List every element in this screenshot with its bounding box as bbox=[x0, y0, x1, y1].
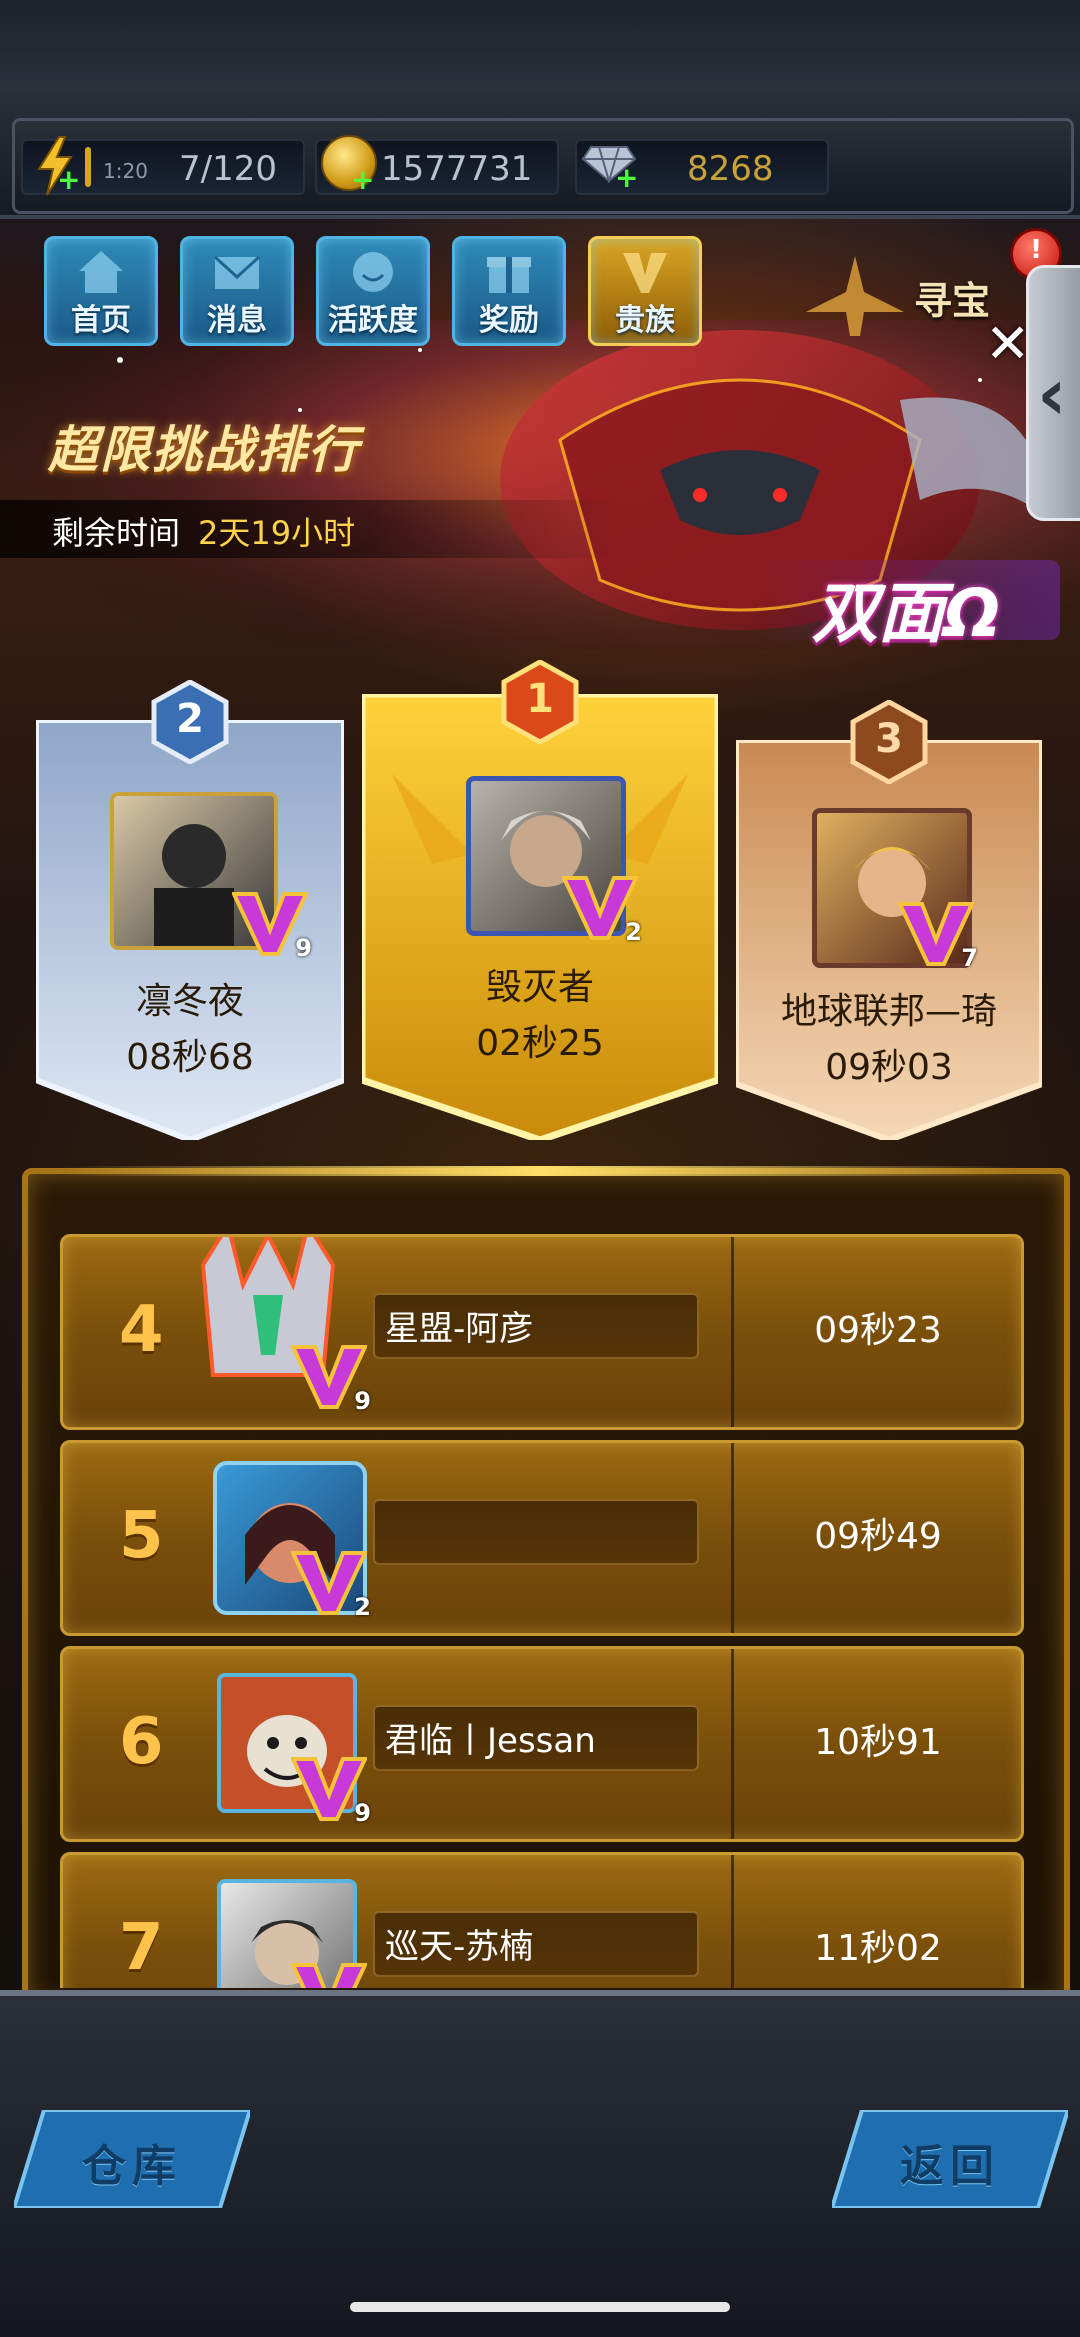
plus-icon: + bbox=[351, 163, 375, 196]
nav-reward-label: 奖励 bbox=[479, 303, 539, 338]
nav-home-button[interactable]: 首页 bbox=[44, 236, 158, 346]
v-badge-icon bbox=[623, 253, 667, 293]
player-time: 09秒03 bbox=[825, 1047, 953, 1088]
vip-badge: 7 bbox=[896, 898, 978, 972]
back-label: 返回 bbox=[900, 2141, 1000, 2192]
vip-badge: 9 bbox=[289, 1753, 371, 1827]
rank-1-badge: 1 bbox=[498, 659, 582, 745]
side-panel-tab[interactable]: ‹ bbox=[1026, 265, 1080, 521]
podium-card-rank-2[interactable]: 2 9 凛冬夜 08秒68 bbox=[36, 679, 344, 1140]
rank-number: 4 bbox=[119, 1293, 164, 1367]
game-screen: + 1:20 7/120 + 1577731 + 8268 超限挑战排行 剩余时… bbox=[0, 0, 1080, 2337]
vip-badge: 9 bbox=[230, 888, 312, 962]
player-time: 08秒68 bbox=[126, 1037, 254, 1078]
gem-value: 8268 bbox=[687, 149, 774, 189]
player-name: 君临丨Jessan bbox=[385, 1721, 596, 1761]
ranking-list[interactable]: 4 9 星盟-阿彦 09秒23 5 2 09秒49 6 9 君临丨Jessan … bbox=[22, 1168, 1058, 1988]
vip-badge bbox=[289, 1959, 369, 1988]
player-name: 地球联邦—琦 bbox=[780, 991, 997, 1032]
energy-resource[interactable]: + 1:20 7/120 bbox=[21, 136, 305, 196]
home-icon bbox=[79, 251, 123, 293]
nav-noble-button[interactable]: 贵族 bbox=[588, 236, 702, 346]
remaining-time-label: 剩余时间 bbox=[52, 514, 181, 552]
chevron-left-icon: ‹ bbox=[1037, 352, 1067, 436]
plus-icon: + bbox=[57, 163, 81, 196]
nav-message-button[interactable]: 消息 bbox=[180, 236, 294, 346]
warehouse-label: 仓库 bbox=[82, 2141, 182, 2192]
coin-resource[interactable]: + 1577731 bbox=[315, 135, 559, 196]
back-button[interactable]: 返回 bbox=[832, 2110, 1068, 2208]
vip-badge: 2 bbox=[289, 1547, 371, 1621]
podium-card-rank-3[interactable]: 3 7 地球联邦—琦 09秒03 bbox=[736, 699, 1042, 1140]
gem-resource[interactable]: + 8268 bbox=[575, 139, 829, 195]
player-time: 09秒23 bbox=[814, 1310, 942, 1351]
player-time: 10秒91 bbox=[814, 1722, 942, 1763]
divider bbox=[731, 1443, 734, 1633]
energy-gauge bbox=[85, 147, 91, 187]
rank-number: 7 bbox=[119, 1911, 164, 1985]
rank-2-badge: 2 bbox=[148, 679, 232, 765]
nav-message-label: 消息 bbox=[207, 303, 267, 338]
list-item[interactable]: 6 9 君临丨Jessan 10秒91 bbox=[60, 1646, 1024, 1842]
resource-bar: + 1:20 7/120 + 1577731 + 8268 bbox=[12, 118, 1074, 214]
nav-reward-button[interactable]: 奖励 bbox=[452, 236, 566, 346]
divider bbox=[731, 1237, 734, 1427]
player-name: 凛冬夜 bbox=[135, 981, 244, 1022]
fighter-jet-icon bbox=[806, 256, 904, 336]
list-item[interactable]: 5 2 09秒49 bbox=[60, 1440, 1024, 1636]
divider bbox=[731, 1649, 734, 1839]
envelope-icon bbox=[213, 255, 261, 289]
warehouse-button[interactable]: 仓库 bbox=[14, 2110, 250, 2208]
close-icon[interactable]: ✕ bbox=[985, 312, 1030, 375]
rank-number: 5 bbox=[119, 1499, 164, 1573]
boss-name: 双面Ω bbox=[812, 575, 1001, 652]
player-name: 巡天-苏楠 bbox=[385, 1927, 534, 1967]
energy-value: 7/120 bbox=[179, 149, 277, 189]
podium-card-rank-1[interactable]: 1 2 毁灭者 02秒25 bbox=[362, 659, 718, 1140]
player-time: 02秒25 bbox=[476, 1023, 604, 1064]
remaining-time-value: 2天19小时 bbox=[198, 514, 356, 552]
rank-3-badge: 3 bbox=[847, 699, 931, 785]
energy-timer: 1:20 bbox=[103, 159, 148, 183]
player-time: 09秒49 bbox=[814, 1516, 942, 1557]
coin-value: 1577731 bbox=[381, 149, 533, 189]
rank-number: 6 bbox=[119, 1705, 164, 1779]
gift-icon bbox=[487, 257, 531, 293]
divider bbox=[731, 1855, 734, 1988]
player-name: 毁灭者 bbox=[485, 967, 594, 1008]
vip-badge: 9 bbox=[289, 1341, 371, 1415]
nav-activity-button[interactable]: 活跃度 bbox=[316, 236, 430, 346]
list-item[interactable]: 4 9 星盟-阿彦 09秒23 bbox=[60, 1234, 1024, 1430]
nav-noble-label: 贵族 bbox=[615, 303, 675, 338]
plus-icon: + bbox=[615, 161, 639, 194]
nav-activity-label: 活跃度 bbox=[328, 303, 418, 338]
list-item[interactable]: 7 巡天-苏楠 11秒02 bbox=[60, 1852, 1024, 1988]
treasure-label: 寻宝 bbox=[914, 279, 991, 323]
player-name: 星盟-阿彦 bbox=[385, 1309, 534, 1349]
smile-icon bbox=[353, 252, 393, 292]
player-time: 11秒02 bbox=[814, 1928, 942, 1969]
home-indicator[interactable] bbox=[350, 2302, 730, 2312]
name-box bbox=[373, 1499, 699, 1565]
vip-badge: 2 bbox=[560, 872, 642, 946]
nav-home-label: 首页 bbox=[71, 303, 131, 338]
event-title: 超限挑战排行 bbox=[48, 421, 360, 479]
